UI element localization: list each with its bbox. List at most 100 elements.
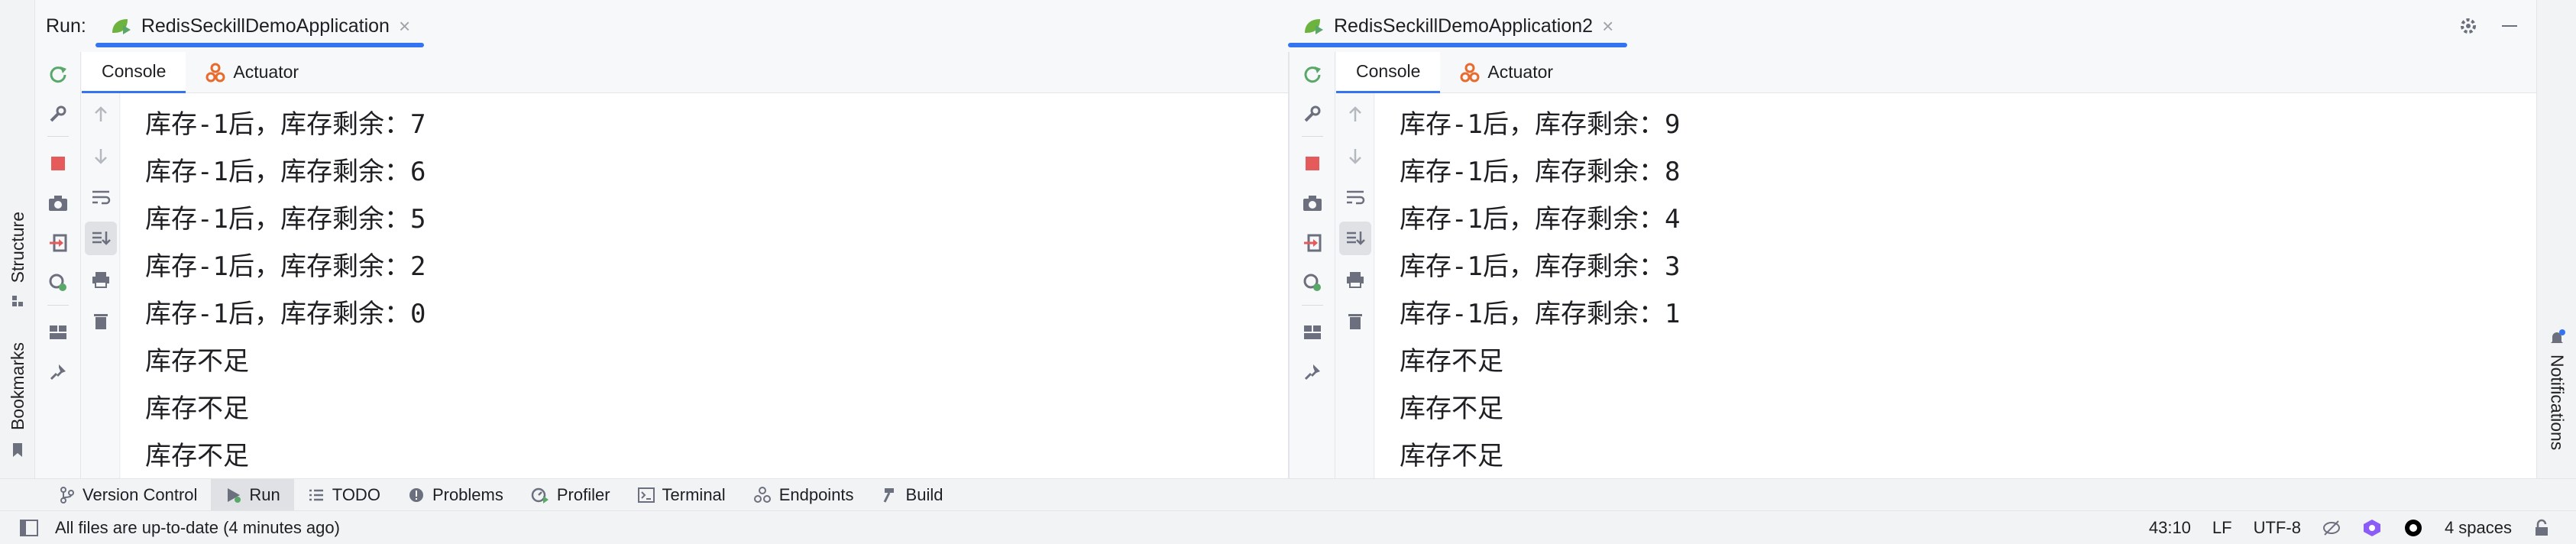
rerun-icon[interactable] xyxy=(1295,57,1330,92)
file-encoding[interactable]: UTF-8 xyxy=(2254,518,2301,538)
line-separator[interactable]: LF xyxy=(2212,518,2232,538)
coverage-icon[interactable] xyxy=(40,265,76,300)
console-line: 库存不足 xyxy=(1400,346,1503,377)
structure-tab-label: Structure xyxy=(7,212,28,283)
spring-run-icon xyxy=(1302,16,1325,36)
todo-list-icon xyxy=(308,487,325,503)
caret-position[interactable]: 43:10 xyxy=(2149,518,2191,538)
run-toolbar-right xyxy=(1290,52,1335,478)
scroll-to-end-icon[interactable] xyxy=(84,222,117,255)
pin-icon[interactable] xyxy=(40,355,76,390)
console-line: 库存-1后，库存剩余：8 xyxy=(1400,157,1681,187)
run-tab-1[interactable]: RedisSeckillDemoApplication × xyxy=(95,0,425,52)
no-inspections-icon[interactable] xyxy=(2322,519,2341,537)
arrow-down-icon[interactable] xyxy=(1339,139,1371,173)
run-tab-2-title: RedisSeckillDemoApplication2 xyxy=(1334,15,1594,37)
console-line: 库存不足 xyxy=(145,346,249,377)
tool-terminal[interactable]: Terminal xyxy=(624,479,739,511)
tool-build[interactable]: Build xyxy=(868,479,957,511)
status-message[interactable]: All files are up-to-date (4 minutes ago) xyxy=(55,518,340,538)
console-output-right[interactable]: 库存-1后，库存剩余：9 库存-1后，库存剩余：8 库存-1后，库存剩余：4 库… xyxy=(1375,93,2536,478)
console-line: 库存不足 xyxy=(1400,441,1503,471)
active-tab-underline xyxy=(1288,43,1628,47)
tool-todo[interactable]: TODO xyxy=(294,479,394,511)
plugin-icon[interactable] xyxy=(2362,518,2382,538)
tab-console-label: Console xyxy=(102,60,167,81)
tool-profiler[interactable]: Profiler xyxy=(517,479,624,511)
minimize-icon[interactable] xyxy=(2500,16,2519,36)
scroll-to-end-icon[interactable] xyxy=(1338,222,1371,255)
console-line: 库存-1后，库存剩余：6 xyxy=(145,157,426,187)
tool-endpoints[interactable]: Endpoints xyxy=(739,479,868,511)
gear-icon[interactable] xyxy=(2458,16,2478,36)
wrench-icon[interactable] xyxy=(1295,96,1330,131)
console-line: 库存不足 xyxy=(145,393,249,424)
left-tool-stripe: Structure Bookmarks xyxy=(0,0,35,478)
stop-icon[interactable] xyxy=(1295,146,1330,181)
tool-profiler-label: Profiler xyxy=(556,484,610,504)
tool-endpoints-label: Endpoints xyxy=(778,484,854,504)
indent-setting[interactable]: 4 spaces xyxy=(2445,518,2512,538)
tool-version-control[interactable]: Version Control xyxy=(46,479,211,511)
close-icon[interactable]: × xyxy=(1602,15,1613,38)
hammer-icon xyxy=(882,487,898,504)
console-gutter-right xyxy=(1336,93,1374,478)
layout-icon[interactable] xyxy=(1295,315,1330,350)
actuator-icon xyxy=(205,63,225,83)
tool-terminal-label: Terminal xyxy=(662,484,726,504)
camera-icon[interactable] xyxy=(1295,186,1330,221)
tab-actuator[interactable]: Actuator xyxy=(1440,52,1573,93)
tab-actuator[interactable]: Actuator xyxy=(186,52,319,93)
exit-icon[interactable] xyxy=(1295,225,1330,261)
structure-tab[interactable]: Structure xyxy=(3,206,32,313)
tool-problems[interactable]: Problems xyxy=(394,479,517,511)
terminal-icon xyxy=(637,487,655,503)
console-line: 库存-1后，库存剩余：0 xyxy=(145,299,426,329)
soft-wrap-icon[interactable] xyxy=(85,180,117,214)
console-output-left[interactable]: 库存-1后，库存剩余：7 库存-1后，库存剩余：6 库存-1后，库存剩余：5 库… xyxy=(121,93,1288,478)
console-line: 库存-1后，库存剩余：1 xyxy=(1400,299,1681,329)
bookmarks-tab-label: Bookmarks xyxy=(7,342,28,431)
tab-console[interactable]: Console xyxy=(1336,51,1441,93)
tool-run-label: Run xyxy=(249,484,280,504)
print-icon[interactable] xyxy=(85,263,117,296)
console-line: 库存-1后，库存剩余：9 xyxy=(1400,109,1681,140)
console-line: 库存-1后，库存剩余：7 xyxy=(145,109,426,140)
tab-console[interactable]: Console xyxy=(82,51,186,93)
tool-run[interactable]: Run xyxy=(211,478,294,511)
arrow-down-icon[interactable] xyxy=(85,139,117,173)
status-bar: All files are up-to-date (4 minutes ago)… xyxy=(0,510,2576,544)
exit-icon[interactable] xyxy=(40,225,76,261)
console-line: 库存-1后，库存剩余：4 xyxy=(1400,204,1681,235)
pin-icon[interactable] xyxy=(1295,355,1330,390)
spring-run-icon xyxy=(109,16,132,36)
run-icon xyxy=(225,487,241,504)
panel-toggle-icon[interactable] xyxy=(0,519,55,536)
copilot-icon[interactable] xyxy=(2403,518,2423,538)
ide-window: Structure Bookmarks Notifications Run: R… xyxy=(0,0,2576,544)
lock-icon[interactable] xyxy=(2533,519,2550,537)
camera-icon[interactable] xyxy=(40,186,76,221)
close-icon[interactable]: × xyxy=(399,15,410,38)
arrow-up-icon[interactable] xyxy=(1339,98,1371,131)
bookmarks-tab[interactable]: Bookmarks xyxy=(3,339,32,461)
endpoints-icon xyxy=(753,486,772,504)
tab-actuator-label: Actuator xyxy=(233,62,299,82)
coverage-icon[interactable] xyxy=(1295,265,1330,300)
tab-console-label: Console xyxy=(1356,60,1421,81)
rerun-icon[interactable] xyxy=(40,57,76,92)
run-tab-2[interactable]: RedisSeckillDemoApplication2 × xyxy=(1288,0,1628,52)
trash-icon[interactable] xyxy=(1339,304,1371,338)
print-icon[interactable] xyxy=(1339,263,1371,296)
wrench-icon[interactable] xyxy=(40,96,76,131)
soft-wrap-icon[interactable] xyxy=(1339,180,1371,214)
run-header-right: RedisSeckillDemoApplication2 × xyxy=(1288,0,2536,52)
layout-icon[interactable] xyxy=(40,315,76,350)
notifications-tab[interactable]: Notifications xyxy=(2543,329,2571,450)
trash-icon[interactable] xyxy=(85,304,117,338)
tab-actuator-label: Actuator xyxy=(1487,62,1554,82)
console-line: 库存-1后，库存剩余：3 xyxy=(1400,251,1681,282)
arrow-up-icon[interactable] xyxy=(85,98,117,131)
git-branch-icon xyxy=(60,486,75,504)
stop-icon[interactable] xyxy=(40,146,76,181)
